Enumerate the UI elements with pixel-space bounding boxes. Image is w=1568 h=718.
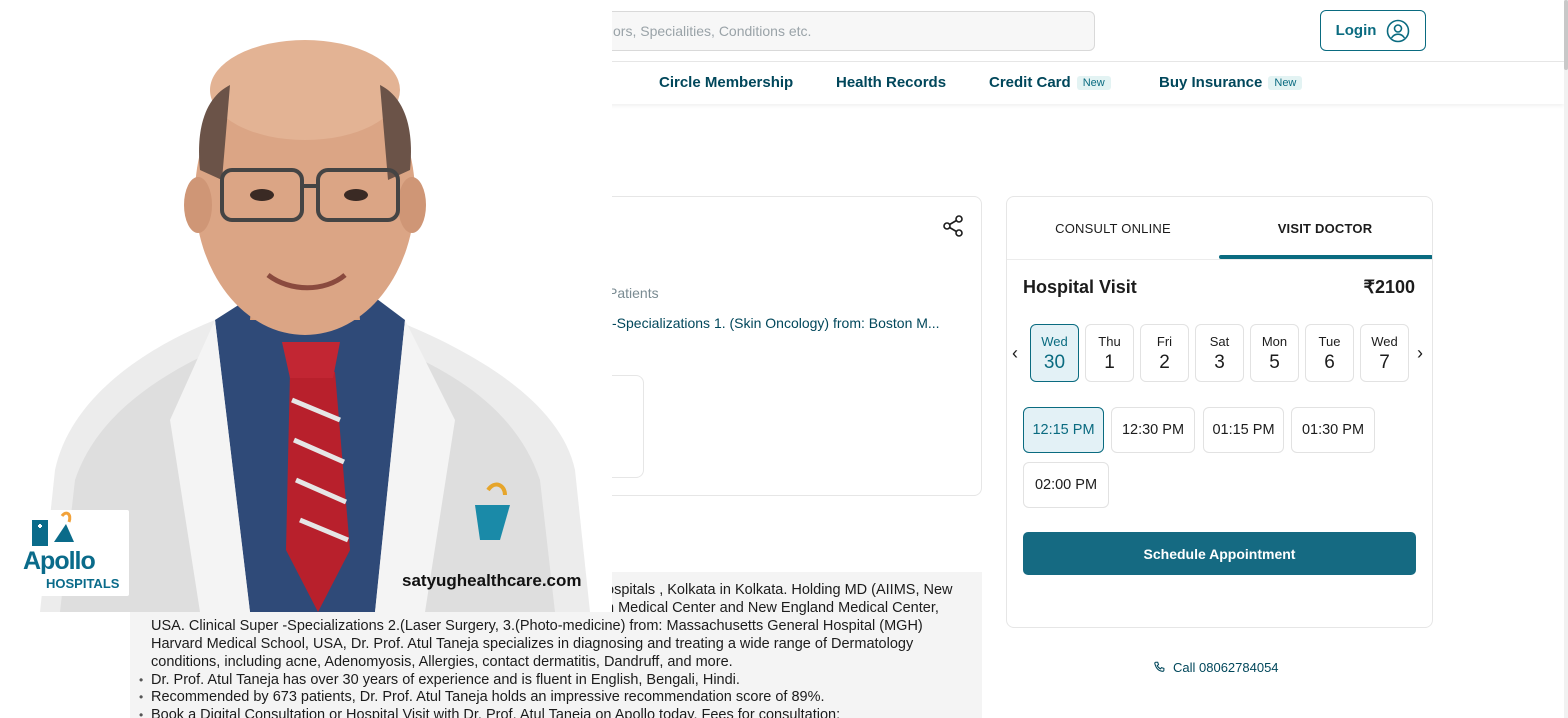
new-badge: New — [1076, 76, 1111, 91]
nav-item-label: Credit Card — [989, 74, 1071, 91]
chevron-right-icon[interactable]: › — [1417, 343, 1423, 364]
day-date: 30 — [1043, 352, 1066, 373]
day-date: 1 — [1104, 352, 1115, 373]
day-name: Tue — [1318, 334, 1341, 349]
share-icon[interactable] — [941, 214, 965, 238]
logo-subtext: HOSPITALS — [46, 576, 120, 591]
about-bullet: Book a Digital Consultation or Hospital … — [139, 707, 970, 718]
nav-item-label: Health Records — [836, 74, 947, 91]
time-slot[interactable]: 01:30 PM — [1291, 407, 1375, 453]
logo-text: Apollo — [23, 547, 96, 575]
patients-count-text: Patients — [608, 285, 659, 301]
phone-icon — [1154, 661, 1165, 672]
day-date: 2 — [1159, 352, 1170, 373]
about-bullet: Recommended by 673 patients, Dr. Prof. A… — [139, 689, 970, 707]
day-date: 3 — [1214, 352, 1225, 373]
nav-item-label: Buy Insurance — [1159, 74, 1263, 91]
day-name: Wed — [1371, 334, 1398, 349]
time-slot[interactable]: 01:15 PM — [1203, 407, 1284, 453]
consultation-price: ₹2100 — [1363, 277, 1416, 297]
nav-item-label: Circle Membership — [659, 74, 794, 91]
day-name: Sat — [1209, 334, 1230, 349]
schedule-appointment-button[interactable]: Schedule Appointment — [1023, 532, 1416, 575]
watermark-text: satyughealthcare.com — [402, 571, 582, 590]
date-option[interactable]: Sat 3 — [1195, 324, 1244, 382]
hospital-visit-title: Hospital Visit — [1023, 277, 1137, 297]
booking-panel: CONSULT ONLINE VISIT DOCTOR Hospital Vis… — [1006, 196, 1433, 628]
time-slot-selected[interactable]: 12:15 PM — [1023, 407, 1104, 453]
nav-item-circle-membership[interactable]: Circle Membership — [659, 74, 793, 91]
call-label: Call 08062784054 — [1173, 660, 1279, 675]
day-date: 7 — [1379, 352, 1390, 373]
date-option[interactable]: Mon 5 — [1250, 324, 1299, 382]
day-name: Wed — [1041, 334, 1068, 349]
date-option[interactable]: Tue 6 — [1305, 324, 1354, 382]
day-date: 5 — [1269, 352, 1280, 373]
apollo-logo: Apollo HOSPITALS — [14, 510, 129, 596]
scrollbar-track[interactable] — [1564, 0, 1568, 718]
nav-item-buy-insurance[interactable]: Buy Insurance New — [1159, 74, 1303, 91]
active-tab-indicator — [1219, 255, 1432, 259]
date-option-selected[interactable]: Wed 30 — [1030, 324, 1079, 382]
date-option[interactable]: Wed 7 — [1360, 324, 1409, 382]
about-line: USA. Clinical Super -Specializations 2.(… — [151, 617, 923, 634]
date-option[interactable]: Thu 1 — [1085, 324, 1134, 382]
call-link[interactable]: Call 08062784054 — [1153, 660, 1279, 675]
about-line: conditions, including acne, Adenomyosis,… — [151, 653, 733, 670]
nav-item-health-records[interactable]: Health Records — [836, 74, 946, 91]
search-placeholder: ors, Specialities, Conditions etc. — [613, 23, 812, 39]
user-icon — [1387, 19, 1410, 42]
time-slot[interactable]: 02:00 PM — [1023, 462, 1109, 508]
doctor-photo-overlay: Apollo HOSPITALS satyughealthcare.com — [0, 0, 612, 612]
tab-divider — [1007, 259, 1432, 260]
day-name: Thu — [1098, 334, 1121, 349]
specialization-text: -Specializations 1. (Skin Oncology) from… — [612, 315, 940, 331]
tab-visit-doctor[interactable]: VISIT DOCTOR — [1219, 197, 1431, 260]
nav-item-credit-card[interactable]: Credit Card New — [989, 74, 1111, 91]
time-slot[interactable]: 12:30 PM — [1111, 407, 1195, 453]
chevron-left-icon[interactable]: ‹ — [1012, 343, 1018, 364]
tab-consult-online[interactable]: CONSULT ONLINE — [1007, 197, 1219, 260]
scrollbar-thumb[interactable] — [1564, 0, 1568, 70]
login-label: Login — [1335, 22, 1377, 39]
day-date: 6 — [1324, 352, 1335, 373]
page: ors, Specialities, Conditions etc. Login… — [0, 0, 1568, 718]
day-name: Mon — [1261, 334, 1288, 349]
new-badge: New — [1268, 76, 1303, 91]
login-button[interactable]: Login — [1320, 10, 1426, 51]
day-name: Fri — [1156, 334, 1173, 349]
about-bullet: Dr. Prof. Atul Taneja has over 30 years … — [139, 672, 970, 690]
date-option[interactable]: Fri 2 — [1140, 324, 1189, 382]
about-line: Harvard Medical School, USA, Dr. Prof. A… — [151, 635, 914, 652]
